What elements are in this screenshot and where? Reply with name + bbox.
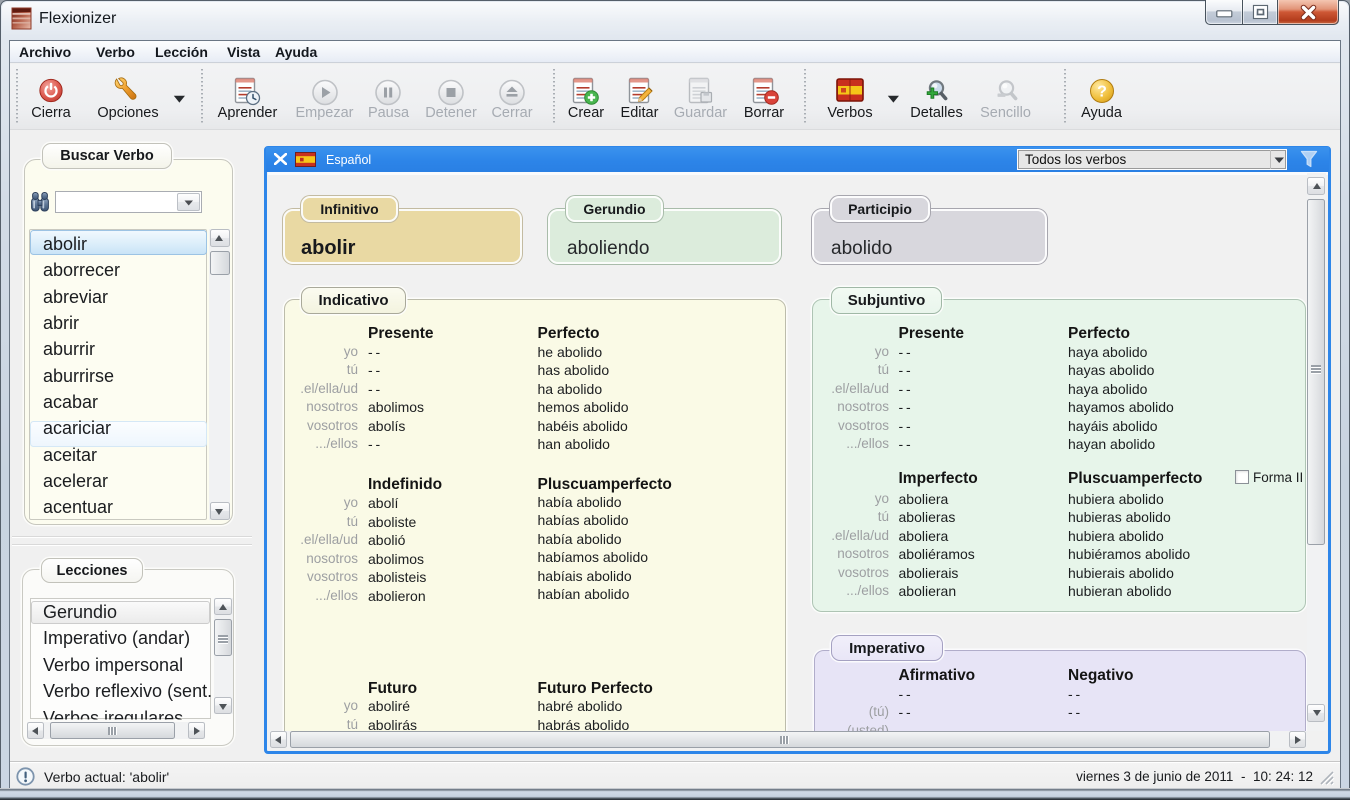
svg-text:?: ?	[1097, 84, 1107, 101]
